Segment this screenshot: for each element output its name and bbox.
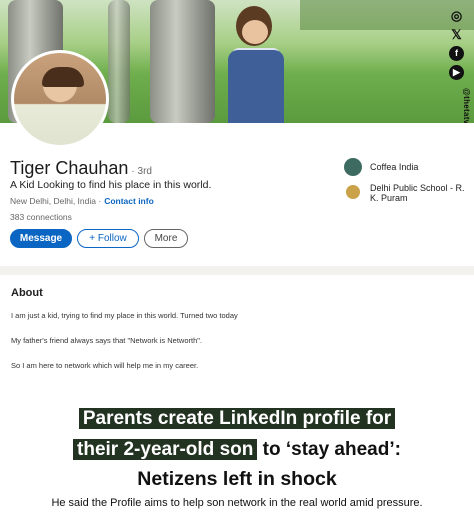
more-button[interactable]: More (144, 229, 188, 248)
org-current-company[interactable]: Coffea India (344, 158, 418, 176)
banner-child-photo (222, 6, 292, 123)
about-line: So I am here to network which will help … (11, 361, 199, 370)
location-text: New Delhi, Delhi, India · (10, 196, 102, 206)
org-label: Delhi Public School - R. K. Puram (370, 183, 465, 203)
section-divider (0, 266, 474, 275)
connection-degree: · 3rd (131, 166, 152, 177)
message-button[interactable]: Message (10, 229, 72, 248)
profile-avatar[interactable] (11, 50, 109, 148)
facebook-icon: f (449, 46, 464, 61)
coffea-logo-icon (344, 158, 362, 176)
about-line: I am just a kid, trying to find my place… (11, 311, 238, 320)
profile-name-text: Tiger Chauhan (10, 158, 129, 178)
school-logo-icon (346, 185, 360, 199)
social-handle: @thetatvaindia (462, 88, 471, 123)
banner-shrubs (300, 0, 474, 30)
profile-name[interactable]: Tiger Chauhan · 3rd (10, 158, 152, 179)
follow-button[interactable]: + Follow (77, 229, 139, 248)
instagram-icon: ◎ (450, 8, 463, 23)
banner-tree-trunk (108, 0, 130, 123)
contact-info-link[interactable]: Contact info (104, 196, 154, 206)
x-icon: 𝕏 (451, 27, 462, 42)
social-icons: ◎ 𝕏 f ▶ (449, 8, 464, 80)
caption-line-2: their 2-year-old son to ‘stay ahead’: (0, 439, 474, 461)
org-education[interactable]: Delhi Public School - R. K. Puram (344, 183, 469, 203)
caption-line-1: Parents create LinkedIn profile for (0, 408, 474, 430)
caption-highlight: Parents create LinkedIn profile for (78, 408, 396, 429)
caption-line-3: Netizens left in shock (137, 468, 337, 490)
youtube-icon: ▶ (449, 65, 464, 80)
caption-subtitle: He said the Profile aims to help son net… (51, 497, 423, 509)
banner-tree-trunk (150, 0, 215, 123)
org-label: Coffea India (370, 162, 419, 172)
about-line: My father's friend always says that "Net… (11, 336, 202, 345)
profile-headline: A Kid Looking to find his place in this … (10, 179, 212, 191)
caption-highlight: their 2-year-old son (73, 439, 258, 460)
connections-count[interactable]: 383 connections (10, 212, 72, 222)
caption-text: to ‘stay ahead’: (257, 439, 401, 460)
profile-location: New Delhi, Delhi, India · Contact info (10, 196, 154, 206)
about-heading: About (11, 287, 43, 299)
